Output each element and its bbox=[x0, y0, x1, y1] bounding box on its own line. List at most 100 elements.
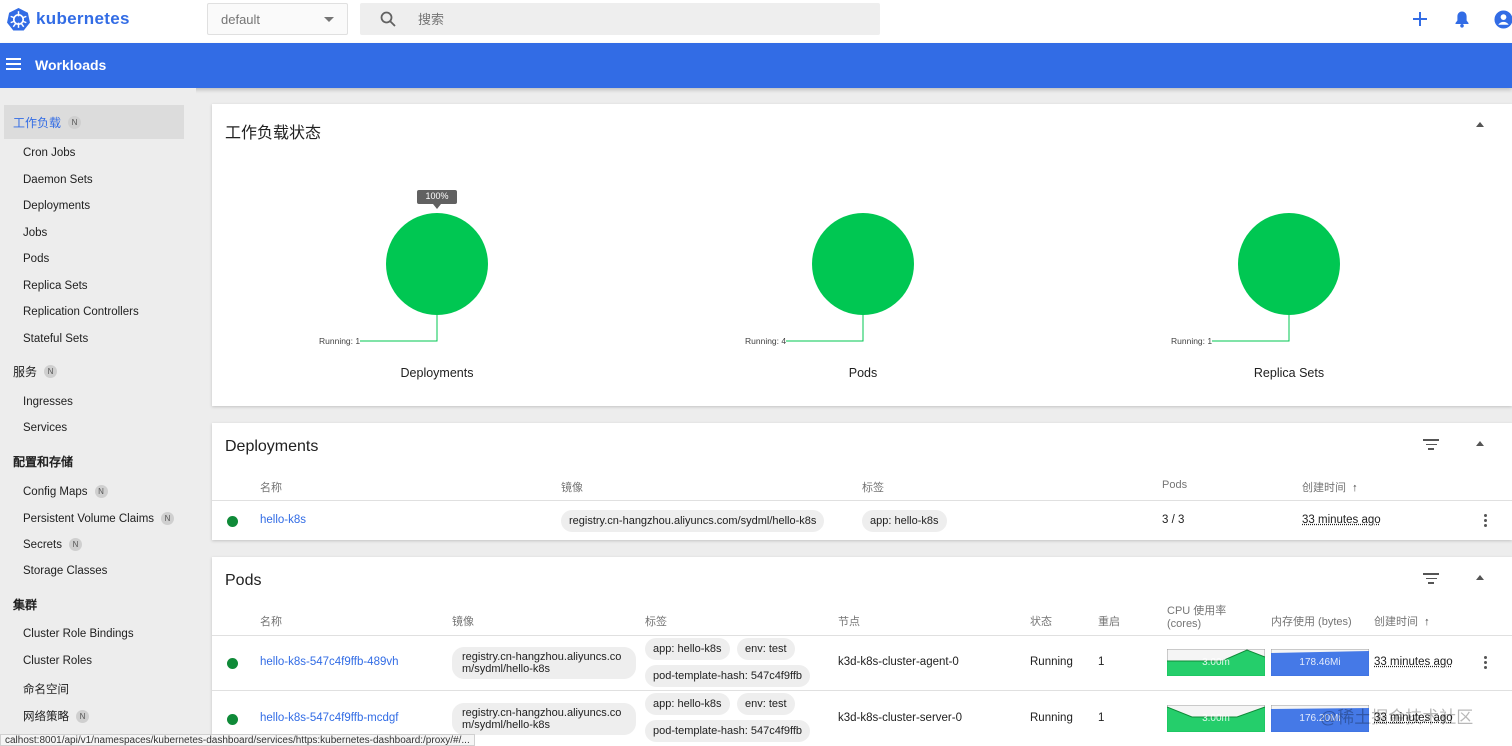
running-legend: Running: 1 bbox=[1171, 336, 1212, 346]
sidebar-item-label: 命名空间 bbox=[23, 681, 69, 697]
sidebar-item-daemon-sets[interactable]: Daemon Sets bbox=[23, 174, 93, 186]
column-header-image: 镜像 bbox=[561, 479, 583, 495]
created-time[interactable]: 33 minutes ago bbox=[1302, 514, 1381, 526]
kubernetes-wheel-icon bbox=[6, 7, 31, 32]
sidebar-item-label: Cluster Roles bbox=[23, 655, 92, 667]
running-slice bbox=[1238, 213, 1340, 315]
label-chip: pod-template-hash: 547c4f9ffb bbox=[645, 720, 810, 742]
sidebar-item-storage-classes[interactable]: Storage Classes bbox=[23, 565, 107, 577]
collapse-arrow-icon[interactable] bbox=[1476, 575, 1484, 580]
legend-leader-line bbox=[1212, 315, 1289, 341]
sidebar-item-label: Replication Controllers bbox=[23, 306, 139, 318]
sidebar-section-config-storage[interactable]: 配置和存储 bbox=[4, 444, 184, 478]
hamburger-menu-icon[interactable] bbox=[6, 58, 21, 71]
top-bar: kubernetes default bbox=[0, 0, 1512, 43]
label-chip: app: hello-k8s bbox=[645, 693, 730, 715]
sidebar-item-stateful-sets[interactable]: Stateful Sets bbox=[23, 333, 88, 345]
column-header-labels: 标签 bbox=[862, 479, 884, 495]
created-time[interactable]: 33 minutes ago bbox=[1374, 656, 1453, 668]
kubernetes-logo[interactable]: kubernetes bbox=[6, 6, 130, 32]
legend-leader-line bbox=[786, 315, 863, 341]
sort-arrow-up-icon: ↑ bbox=[1352, 482, 1358, 494]
collapse-arrow-icon[interactable] bbox=[1476, 441, 1484, 446]
running-slice bbox=[812, 213, 914, 315]
column-header-label: 创建时间 bbox=[1302, 482, 1346, 494]
running-legend: Running: 1 bbox=[319, 336, 360, 346]
column-header-pods: Pods bbox=[1162, 479, 1187, 491]
namespaced-badge: N bbox=[44, 365, 57, 378]
sidebar-item-jobs[interactable]: Jobs bbox=[23, 227, 47, 239]
sidebar-section-label: 工作负载 bbox=[13, 114, 61, 131]
sidebar-item-services[interactable]: Services bbox=[23, 422, 67, 434]
sidebar-item-persistent-volume-claims[interactable]: Persistent Volume Claims N bbox=[23, 512, 174, 525]
deployment-name-link[interactable]: hello-k8s bbox=[260, 514, 306, 526]
chart-label: Replica Sets bbox=[1139, 366, 1439, 380]
account-button[interactable] bbox=[1493, 9, 1512, 29]
sidebar-item-config-maps[interactable]: Config Maps N bbox=[23, 485, 108, 498]
sidebar-item-label: Secrets bbox=[23, 539, 62, 551]
sidebar-item-label: Deployments bbox=[23, 200, 90, 212]
status-ok-icon bbox=[227, 516, 238, 527]
column-header-created[interactable]: 创建时间 ↑ bbox=[1374, 613, 1430, 629]
brand-name: kubernetes bbox=[36, 9, 130, 29]
column-header-unit: (cores) bbox=[1167, 618, 1226, 631]
sidebar-item-cluster-roles[interactable]: Cluster Roles bbox=[23, 655, 92, 667]
divider bbox=[212, 690, 1512, 691]
sidebar-item-cron-jobs[interactable]: Cron Jobs bbox=[23, 147, 75, 159]
namespace-select[interactable]: default bbox=[207, 3, 348, 35]
replica-sets-status-chart: Running: 1 Replica Sets bbox=[1139, 104, 1439, 394]
sidebar-item-ingresses[interactable]: Ingresses bbox=[23, 396, 73, 408]
more-vert-icon[interactable] bbox=[1484, 656, 1488, 670]
filter-icon[interactable] bbox=[1423, 439, 1439, 451]
sidebar-item-secrets[interactable]: Secrets N bbox=[23, 538, 82, 551]
search-input[interactable] bbox=[418, 3, 858, 35]
sidebar-section-workloads[interactable]: 工作负载 N bbox=[4, 105, 184, 139]
sidebar-item-namespaces[interactable]: 命名空间 bbox=[23, 681, 69, 697]
sidebar-item-replica-sets[interactable]: Replica Sets bbox=[23, 280, 88, 292]
sidebar-item-label: Cron Jobs bbox=[23, 147, 75, 159]
sidebar-section-services[interactable]: 服务 N bbox=[4, 354, 184, 388]
restart-count: 1 bbox=[1098, 712, 1104, 724]
image-chip: registry.cn-hangzhou.aliyuncs.co m/sydml… bbox=[452, 647, 636, 679]
sidebar-item-label: Daemon Sets bbox=[23, 174, 93, 186]
page-title: Workloads bbox=[35, 57, 106, 73]
pie-chart bbox=[1139, 104, 1439, 364]
card-title: Deployments bbox=[225, 438, 318, 456]
collapse-arrow-icon[interactable] bbox=[1476, 122, 1484, 127]
tooltip-pointer bbox=[433, 204, 441, 209]
column-header-created[interactable]: 创建时间 ↑ bbox=[1302, 479, 1358, 495]
sidebar-item-replication-controllers[interactable]: Replication Controllers bbox=[23, 306, 139, 318]
notifications-button[interactable] bbox=[1452, 9, 1472, 29]
column-header-cpu: CPU 使用率 (cores) bbox=[1167, 605, 1226, 631]
sidebar-item-label: Jobs bbox=[23, 227, 47, 239]
watermark: @稀土掘金技术社区 bbox=[1320, 703, 1473, 728]
card-title: Pods bbox=[225, 572, 261, 590]
column-header-memory: 内存使用 (bytes) bbox=[1271, 613, 1352, 629]
status-ok-icon bbox=[227, 714, 238, 725]
sidebar-item-pods[interactable]: Pods bbox=[23, 253, 49, 265]
sidebar-item-network-policies[interactable]: 网络策略 N bbox=[23, 708, 89, 724]
column-header-name[interactable]: 名称 bbox=[260, 613, 282, 629]
create-button[interactable] bbox=[1410, 9, 1430, 29]
pod-status: Running bbox=[1030, 656, 1073, 668]
label-chip: env: test bbox=[737, 638, 795, 660]
sidebar-item-cluster-role-bindings[interactable]: Cluster Role Bindings bbox=[23, 628, 134, 640]
running-legend: Running: 4 bbox=[745, 336, 786, 346]
sidebar-section-cluster[interactable]: 集群 bbox=[4, 587, 184, 621]
pod-name-link[interactable]: hello-k8s-547c4f9ffb-489vh bbox=[260, 656, 399, 668]
sidebar-item-deployments[interactable]: Deployments bbox=[23, 200, 90, 212]
filter-icon[interactable] bbox=[1423, 573, 1439, 585]
pods-count: 3 / 3 bbox=[1162, 514, 1184, 526]
tooltip-text: 100% bbox=[417, 191, 457, 201]
running-slice bbox=[386, 213, 488, 315]
sidebar-item-label: 网络策略 bbox=[23, 708, 69, 724]
column-header-name[interactable]: 名称 bbox=[260, 479, 282, 495]
column-header-status: 状态 bbox=[1030, 613, 1052, 629]
sidebar: 工作负载 N Cron Jobs Daemon Sets Deployments… bbox=[0, 88, 196, 746]
more-vert-icon[interactable] bbox=[1484, 514, 1488, 528]
node-name: k3d-k8s-cluster-agent-0 bbox=[838, 656, 959, 668]
workload-status-card: 工作负载状态 100% Running: 1 Deployments Runni… bbox=[212, 104, 1512, 406]
pie-chart bbox=[287, 104, 587, 364]
column-header-labels: 标签 bbox=[645, 613, 667, 629]
pod-name-link[interactable]: hello-k8s-547c4f9ffb-mcdgf bbox=[260, 712, 399, 724]
